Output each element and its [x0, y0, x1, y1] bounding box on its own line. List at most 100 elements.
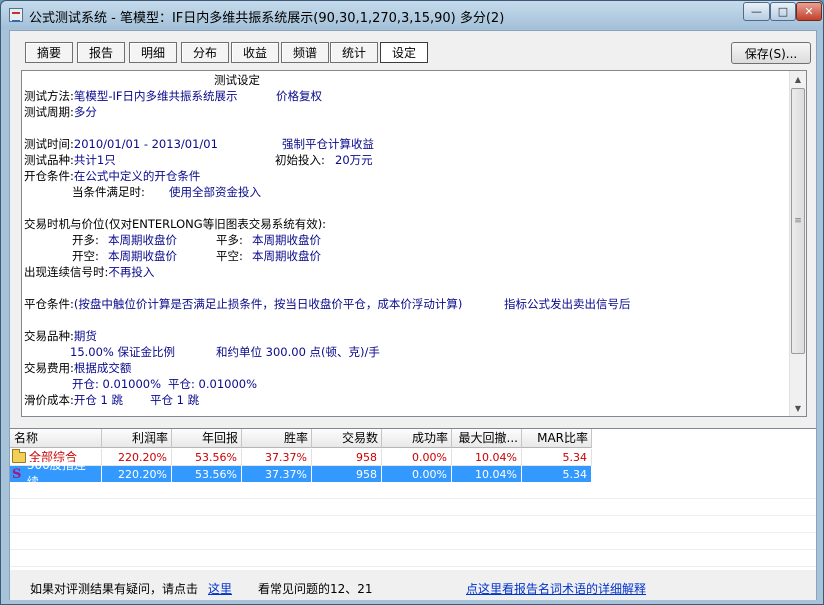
- main-window: 公式测试系统 - 笔模型：IF日内多维共振系统展示(90,30,1,270,3,…: [0, 0, 824, 605]
- results-grid[interactable]: 名称 利润率 年回报 胜率 交易数 成功率 最大回撤... MAR比率 全部综合…: [10, 428, 816, 570]
- close-button[interactable]: ✕: [796, 2, 822, 21]
- glossary-link[interactable]: 点这里看报告名词术语的详细解释: [466, 580, 646, 597]
- col-profit-rate[interactable]: 利润率: [102, 429, 172, 448]
- text-line: 开仓条件:在公式中定义的开仓条件: [24, 168, 790, 184]
- grid-header: 名称 利润率 年回报 胜率 交易数 成功率 最大回撤... MAR比率: [10, 429, 592, 448]
- scroll-thumb[interactable]: ≡: [791, 88, 805, 354]
- title-bar[interactable]: 公式测试系统 - 笔模型：IF日内多维共振系统展示(90,30,1,270,3,…: [1, 1, 823, 29]
- variety-value: 共计1只: [73, 153, 116, 167]
- text-line: 交易品种:期货: [24, 328, 790, 344]
- time-value: 2010/01/01 - 2013/01/01: [73, 137, 218, 151]
- cell-win-rate: 37.37%: [242, 449, 312, 466]
- open-long-label: 开多:: [72, 233, 99, 247]
- scroll-up-icon[interactable]: ▲: [790, 71, 806, 87]
- table-row[interactable]: S 300股指连续 220.20% 53.56% 37.37% 958 0.00%…: [10, 458, 592, 489]
- text-line: [24, 312, 790, 328]
- close-cond-label: 平仓条件:: [24, 297, 74, 311]
- settings-text-pane[interactable]: 测试设定 测试方法:笔模型-IF日内多维共振系统展示 价格复权 测试周期:多分 测…: [21, 70, 807, 417]
- question-text: 如果对评测结果有疑问，请点击: [30, 582, 199, 596]
- text-line: 开多: 本周期收盘价 平多: 本周期收盘价: [24, 232, 790, 248]
- settings-heading: 测试设定: [214, 73, 260, 87]
- cell-success-rate: 0.00%: [382, 466, 452, 483]
- open-label: 开仓条件:: [24, 169, 74, 183]
- window-title: 公式测试系统 - 笔模型：IF日内多维共振系统展示(90,30,1,270,3,…: [29, 11, 505, 26]
- open-long-value: 本周期收盘价: [108, 233, 177, 247]
- tab-detail[interactable]: 明细: [129, 42, 177, 63]
- text-line: 开空: 本周期收盘价 平空: 本周期收盘价: [24, 248, 790, 264]
- init-value: 20万元: [335, 153, 373, 167]
- cell-max-drawdown: 10.04%: [452, 449, 522, 466]
- text-line: 测试周期:多分: [24, 104, 790, 120]
- tab-statistics[interactable]: 统计: [330, 42, 378, 63]
- here-link[interactable]: 这里: [208, 580, 232, 597]
- open-value: 在公式中定义的开仓条件: [73, 169, 201, 183]
- close-long-value: 本周期收盘价: [252, 233, 321, 247]
- text-line: 开仓: 0.01000% 平仓: 0.01000%: [24, 376, 790, 392]
- fee-open: 开仓: 0.01000%: [72, 377, 162, 391]
- text-line: [24, 280, 790, 296]
- tab-spectrum[interactable]: 频谱: [281, 42, 329, 63]
- close-cond-value: (按盘中触位价计算是否满足止损条件，按当日收盘价平仓，成本价浮动计算): [73, 297, 463, 311]
- tab-returns[interactable]: 收益: [231, 42, 279, 63]
- text-line: 测试品种:共计1只 初始投入: 20万元: [24, 152, 790, 168]
- tab-summary[interactable]: 摘要: [25, 42, 73, 63]
- text-line: 交易时机与价位(仅对ENTERLONG等旧图表交易系统有效):: [24, 216, 790, 232]
- text-line: 测试时间:2010/01/01 - 2013/01/01 强制平仓计算收益: [24, 136, 790, 152]
- period-value: 多分: [73, 105, 97, 119]
- tab-report[interactable]: 报告: [77, 42, 125, 63]
- text-line: 测试方法:笔模型-IF日内多维共振系统展示 价格复权: [24, 88, 790, 104]
- text-line: [24, 120, 790, 136]
- save-button[interactable]: 保存(S)...: [731, 42, 811, 64]
- cell-mar-ratio: 5.34: [522, 466, 592, 483]
- repeat-label: 出现连续信号时:: [24, 265, 109, 279]
- tab-bar: 摘要 报告 明细 分布 收益 频谱 统计 设定 保存(S)...: [10, 31, 816, 69]
- open-short-value: 本周期收盘价: [108, 249, 177, 263]
- text-line: 交易费用:根据成交额: [24, 360, 790, 376]
- trade-variety-label: 交易品种:: [24, 329, 74, 343]
- faq-text: 看常见问题的12、21: [258, 582, 373, 596]
- tab-settings[interactable]: 设定: [380, 42, 428, 63]
- col-annual-return[interactable]: 年回报: [172, 429, 242, 448]
- cell-win-rate: 37.37%: [242, 466, 312, 483]
- client-area: 摘要 报告 明细 分布 收益 频谱 统计 设定 保存(S)... 测试设定 测试…: [9, 30, 817, 600]
- maximize-button[interactable]: □: [770, 2, 796, 21]
- stock-s-icon: S: [12, 466, 22, 482]
- method-value: 笔模型-IF日内多维共振系统展示: [73, 89, 238, 103]
- close-cond-extra: 指标公式发出卖出信号后: [504, 297, 631, 311]
- minimize-button[interactable]: —: [743, 2, 770, 21]
- period-label: 测试周期:: [24, 105, 74, 119]
- close-short-value: 本周期收盘价: [252, 249, 321, 263]
- contract-value: 和约单位 300.00 点(顿、克)/手: [216, 345, 380, 359]
- col-trade-count[interactable]: 交易数: [312, 429, 382, 448]
- cell-max-drawdown: 10.04%: [452, 466, 522, 483]
- close-short-label: 平空:: [216, 249, 243, 263]
- open-short-label: 开空:: [72, 249, 99, 263]
- col-mar-ratio[interactable]: MAR比率: [522, 429, 592, 448]
- col-max-drawdown[interactable]: 最大回撤...: [452, 429, 522, 448]
- text-line: [24, 200, 790, 216]
- scroll-down-icon[interactable]: ▼: [790, 400, 806, 416]
- text-line: 15.00% 保证金比例 和约单位 300.00 点(顿、克)/手: [24, 344, 790, 360]
- status-bar: 如果对评测结果有疑问，请点击 这里 看常见问题的12、21 点这里看报告名词术语…: [10, 574, 816, 600]
- col-success-rate[interactable]: 成功率: [382, 429, 452, 448]
- fee-value: 根据成交额: [73, 361, 132, 375]
- tab-distribution[interactable]: 分布: [181, 42, 229, 63]
- cell-mar-ratio: 5.34: [522, 449, 592, 466]
- col-name[interactable]: 名称: [10, 429, 102, 448]
- text-line: 当条件满足时: 使用全部资金投入: [24, 184, 790, 200]
- slip-label: 滑价成本:: [24, 393, 74, 407]
- table-row[interactable]: 全部综合 220.20% 53.56% 37.37% 958 0.00% 10.…: [10, 448, 592, 466]
- fee-label: 交易费用:: [24, 361, 74, 375]
- cell-profit-rate: 220.20%: [102, 449, 172, 466]
- trade-variety-value: 期货: [73, 329, 97, 343]
- vertical-scrollbar[interactable]: ▲ ≡ ▼: [789, 71, 806, 416]
- col-win-rate[interactable]: 胜率: [242, 429, 312, 448]
- method-extra: 价格复权: [276, 89, 322, 103]
- text-line: 平仓条件:(按盘中触位价计算是否满足止损条件，按当日收盘价平仓，成本价浮动计算)…: [24, 296, 790, 312]
- slip-close: 平仓 1 跳: [150, 393, 200, 407]
- close-long-label: 平多:: [216, 233, 243, 247]
- force-close-text: 强制平仓计算收益: [282, 137, 374, 151]
- cell-profit-rate: 220.20%: [102, 466, 172, 483]
- text-line: 滑价成本:开仓 1 跳 平仓 1 跳: [24, 392, 790, 408]
- fee-close: 平仓: 0.01000%: [168, 377, 258, 391]
